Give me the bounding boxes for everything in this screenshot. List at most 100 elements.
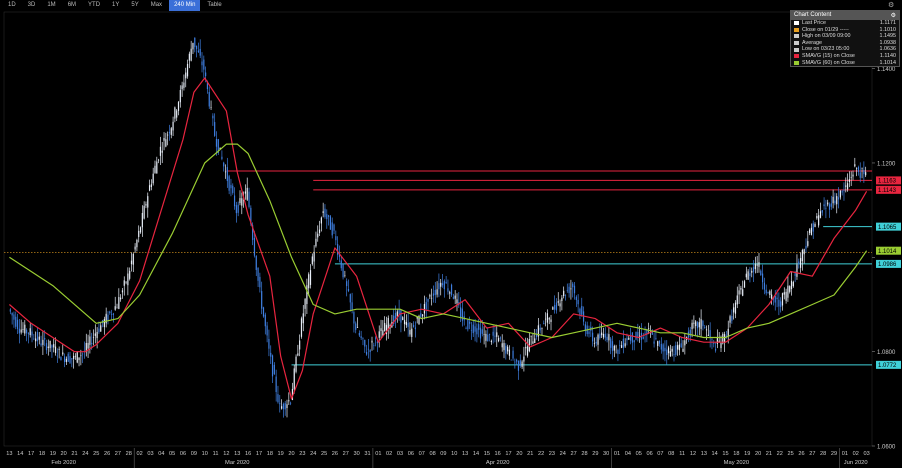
price-bar	[521, 361, 523, 368]
price-bar	[327, 215, 330, 217]
price-bar	[543, 323, 545, 325]
price-bar	[805, 245, 807, 249]
x-tick-label: 28	[581, 451, 587, 457]
x-tick-label: 18	[733, 451, 739, 457]
x-tick-label: 06	[408, 451, 414, 457]
price-bar	[474, 326, 476, 332]
price-bar	[704, 327, 706, 329]
price-bar	[275, 376, 277, 392]
price-bar	[478, 324, 480, 330]
x-tick-label: 07	[419, 451, 425, 457]
price-bar	[626, 338, 628, 341]
price-bar	[132, 253, 134, 265]
price-bar	[821, 210, 823, 213]
price-bar	[865, 172, 867, 176]
price-bar	[403, 320, 406, 325]
price-bar	[693, 322, 695, 324]
price-bar	[431, 297, 433, 299]
price-bar	[599, 333, 601, 339]
price-bar	[505, 345, 507, 354]
price-bar	[581, 305, 583, 315]
price-bar	[465, 328, 467, 329]
price-bar	[841, 191, 843, 193]
price-bar	[555, 302, 558, 311]
price-bar	[322, 211, 324, 213]
legend-row[interactable]: High on 03/09 09:00 1.1495	[791, 33, 899, 40]
price-bar	[423, 304, 426, 314]
price-bar	[691, 322, 693, 330]
price-bar	[414, 327, 416, 330]
price-bar	[836, 196, 838, 205]
legend-rows: Last Price 1.1171 Close on 01/29 ----- 1.10…	[791, 20, 899, 66]
price-bar	[604, 333, 606, 338]
price-bar	[33, 338, 35, 340]
legend-row[interactable]: Average 1.0938	[791, 40, 899, 47]
price-bar	[441, 283, 444, 286]
price-bar	[622, 338, 624, 348]
x-tick-label: 28	[126, 451, 132, 457]
legend-row[interactable]: SMAVG (60) on Close 1.1014	[791, 60, 899, 67]
price-bar	[54, 346, 57, 353]
price-bar	[188, 53, 190, 61]
price-bar	[450, 284, 453, 296]
price-bar	[16, 319, 19, 329]
price-bar	[362, 338, 364, 339]
legend-header[interactable]: Chart Content ⚙	[791, 11, 899, 20]
price-bar	[290, 402, 292, 404]
price-bar	[355, 323, 357, 330]
price-bar	[244, 191, 247, 194]
legend-value: 1.1010	[879, 26, 897, 33]
price-bar	[49, 340, 51, 349]
x-tick-label: 09	[440, 451, 446, 457]
price-bar	[845, 185, 847, 187]
price-bar	[716, 337, 718, 344]
price-bar	[530, 335, 532, 337]
x-tick-label: 20	[61, 451, 67, 457]
legend-row[interactable]: Close on 01/29 ----- 1.1010	[791, 27, 899, 34]
price-bar	[110, 314, 113, 315]
x-tick-label: 26	[104, 451, 110, 457]
price-bar	[798, 261, 800, 265]
x-tick-label: 30	[354, 451, 360, 457]
price-bar	[792, 282, 794, 287]
price-bar	[695, 321, 697, 327]
price-bar	[440, 282, 442, 287]
price-bar	[409, 329, 411, 335]
value-label: 1.1014	[878, 249, 897, 255]
price-bar	[734, 302, 737, 314]
legend-row[interactable]: Last Price 1.1171	[791, 20, 899, 27]
price-bar	[168, 131, 171, 134]
price-bar	[785, 291, 787, 301]
gear-icon[interactable]: ⚙	[891, 12, 896, 19]
price-bar	[284, 403, 286, 410]
price-bar	[660, 343, 662, 350]
price-bar	[526, 346, 529, 356]
legend-row[interactable]: SMAVG (15) on Close 1.1140	[791, 53, 899, 60]
price-bar	[145, 204, 147, 206]
price-bar	[675, 345, 677, 355]
price-bar	[680, 343, 682, 348]
price-bar	[756, 264, 758, 266]
price-bar	[776, 297, 778, 300]
price-bar	[516, 359, 518, 362]
price-bar	[454, 295, 456, 299]
price-bar	[470, 330, 473, 331]
legend-value: 1.0636	[879, 46, 897, 53]
price-bar	[224, 171, 227, 173]
legend-row[interactable]: Low on 03/23 05:00 1.0636	[791, 46, 899, 53]
price-bar	[320, 217, 322, 224]
x-tick-label: 31	[364, 451, 370, 457]
price-bar	[199, 48, 201, 56]
price-bar	[601, 332, 603, 336]
price-bar	[36, 332, 39, 342]
price-bar	[360, 336, 362, 339]
price-bar	[460, 307, 462, 318]
price-bar	[846, 183, 849, 190]
price-bar	[577, 299, 579, 305]
price-bar	[130, 260, 133, 265]
price-bar	[595, 341, 597, 344]
price-bar	[271, 355, 274, 377]
price-bar	[286, 404, 288, 409]
price-bar	[324, 208, 326, 217]
value-label: 1.0986	[878, 262, 897, 268]
